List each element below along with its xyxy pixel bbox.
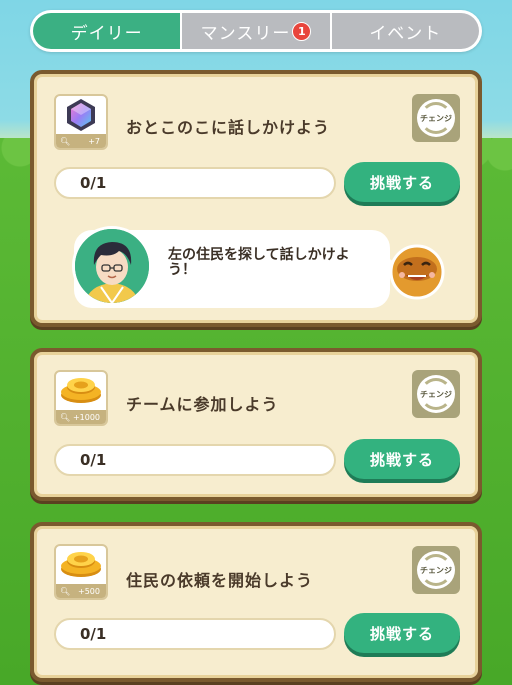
coin-icon (56, 546, 106, 584)
mission-card: 🔍︎ +500 住民の依頼を開始しよう チェンジ 0/1 挑戦する (30, 522, 482, 682)
change-label: チェンジ (420, 389, 452, 399)
refresh-icon: チェンジ (417, 375, 455, 413)
mission-card: 🔍︎ +1000 チームに参加しよう チェンジ 0/1 挑戦する (30, 348, 482, 501)
mission-card: 🔍︎ +7 おとこのこに話しかけよう チェンジ 0/1 挑戦する 左の住民を探し… (30, 70, 482, 327)
change-label: チェンジ (420, 565, 452, 575)
coin-icon (56, 372, 106, 410)
reward-footer: 🔍︎ +1000 (56, 410, 106, 424)
refresh-icon: チェンジ (417, 99, 455, 137)
reward-amount: +500 (78, 586, 100, 596)
tab-daily-label: デイリー (70, 23, 143, 44)
tab-bar: デイリー マンスリー 1 イベント (30, 10, 482, 52)
reward-footer: 🔍︎ +500 (56, 584, 106, 598)
tab-event[interactable]: イベント (329, 13, 479, 49)
mission-title: おとこのこに話しかけよう (126, 118, 331, 137)
magnify-icon: 🔍︎ (60, 136, 71, 146)
reward-item[interactable]: 🔍︎ +7 (54, 94, 108, 150)
change-button[interactable]: チェンジ (412, 370, 460, 418)
change-label: チェンジ (420, 113, 452, 123)
challenge-button[interactable]: 挑戦する (344, 439, 460, 479)
challenge-button[interactable]: 挑戦する (344, 613, 460, 653)
tab-daily[interactable]: デイリー (33, 13, 181, 49)
challenge-button[interactable]: 挑戦する (344, 162, 460, 202)
progress-field: 0/1 (54, 167, 336, 199)
change-button[interactable]: チェンジ (412, 94, 460, 142)
tab-monthly[interactable]: マンスリー 1 (180, 13, 330, 49)
mission-title: チームに参加しよう (126, 395, 279, 414)
reward-footer: 🔍︎ +7 (56, 134, 106, 148)
dialogue-text: 左の住民を探して話しかけよう！ (168, 247, 350, 278)
reward-amount: +7 (88, 136, 100, 146)
magnify-icon: 🔍︎ (60, 412, 71, 422)
refresh-icon: チェンジ (417, 551, 455, 589)
reward-amount: +1000 (72, 412, 100, 422)
gem-icon (56, 96, 106, 134)
progress-field: 0/1 (54, 444, 336, 476)
reward-item[interactable]: 🔍︎ +500 (54, 544, 108, 600)
notification-badge: 1 (292, 21, 312, 41)
reward-item[interactable]: 🔍︎ +1000 (54, 370, 108, 426)
avatar (72, 226, 152, 306)
pet-character (386, 239, 448, 301)
tab-monthly-label: マンスリー (200, 23, 291, 44)
mission-title: 住民の依頼を開始しよう (126, 571, 314, 590)
change-button[interactable]: チェンジ (412, 546, 460, 594)
tab-event-label: イベント (369, 23, 442, 44)
progress-field: 0/1 (54, 618, 336, 650)
magnify-icon: 🔍︎ (60, 586, 71, 596)
